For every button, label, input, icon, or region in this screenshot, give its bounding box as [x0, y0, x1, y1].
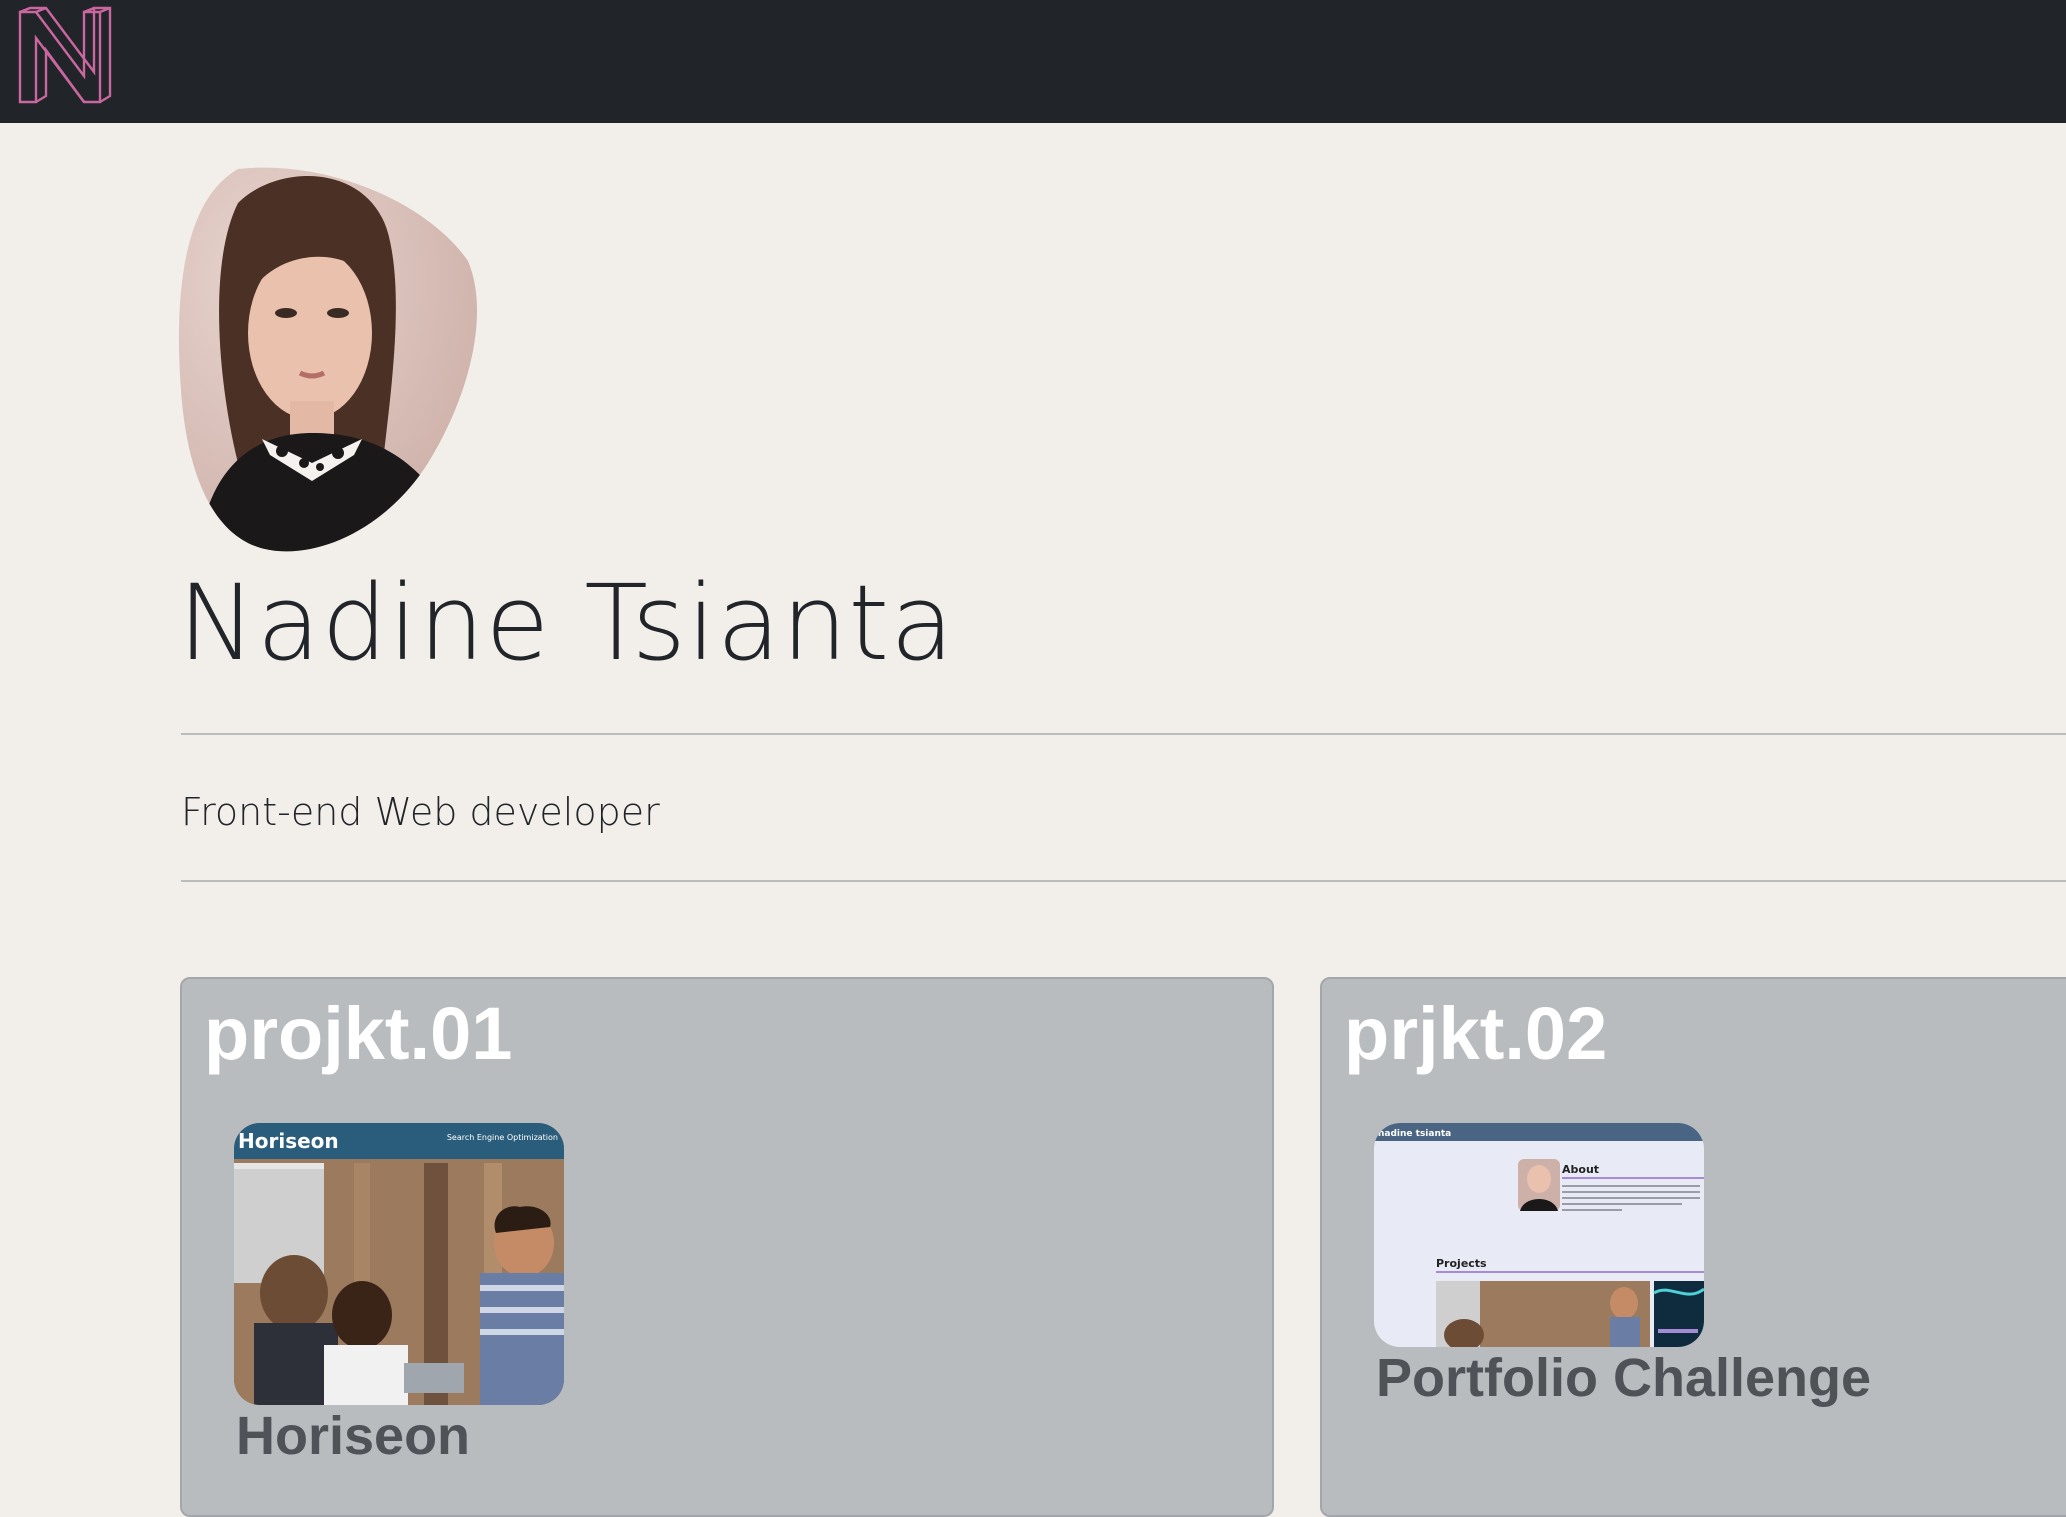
profile-role: Front-end Web developer	[181, 790, 660, 834]
profile-avatar	[178, 163, 482, 553]
horiseon-brand: Horiseon	[238, 1129, 339, 1153]
project-number: projkt.01	[204, 992, 513, 1075]
portfolio-screenshot: nadine tsianta About Projects	[1374, 1123, 1704, 1347]
portfolio-projects-heading: Projects	[1436, 1257, 1487, 1270]
project-card-1: projkt.01 Horiseon Search Engine Optimiz	[180, 977, 1274, 1517]
project-thumbnail-horiseon[interactable]: Horiseon Search Engine Optimization	[234, 1123, 564, 1405]
profile-photo	[178, 167, 478, 552]
top-navbar	[0, 0, 2066, 123]
project-thumbnail-portfolio[interactable]: nadine tsianta About Projects	[1374, 1123, 1704, 1347]
portfolio-site-name: nadine tsianta	[1378, 1129, 1451, 1139]
project-title[interactable]: Portfolio Challenge	[1376, 1345, 1871, 1411]
project-number: prjkt.02	[1344, 992, 1608, 1075]
project-card-2: prjkt.02 nadine tsianta About Projects P…	[1320, 977, 2066, 1517]
profile-name: Nadine Tsianta	[178, 562, 955, 684]
horiseon-screenshot: Horiseon Search Engine Optimization	[234, 1123, 564, 1405]
divider-top	[181, 733, 2066, 735]
project-title[interactable]: Horiseon	[236, 1403, 470, 1469]
portfolio-about-heading: About	[1562, 1163, 1599, 1176]
horiseon-tagline: Search Engine Optimization	[447, 1133, 558, 1142]
n-monogram-logo-icon	[18, 6, 112, 104]
divider-bottom	[181, 880, 2066, 882]
